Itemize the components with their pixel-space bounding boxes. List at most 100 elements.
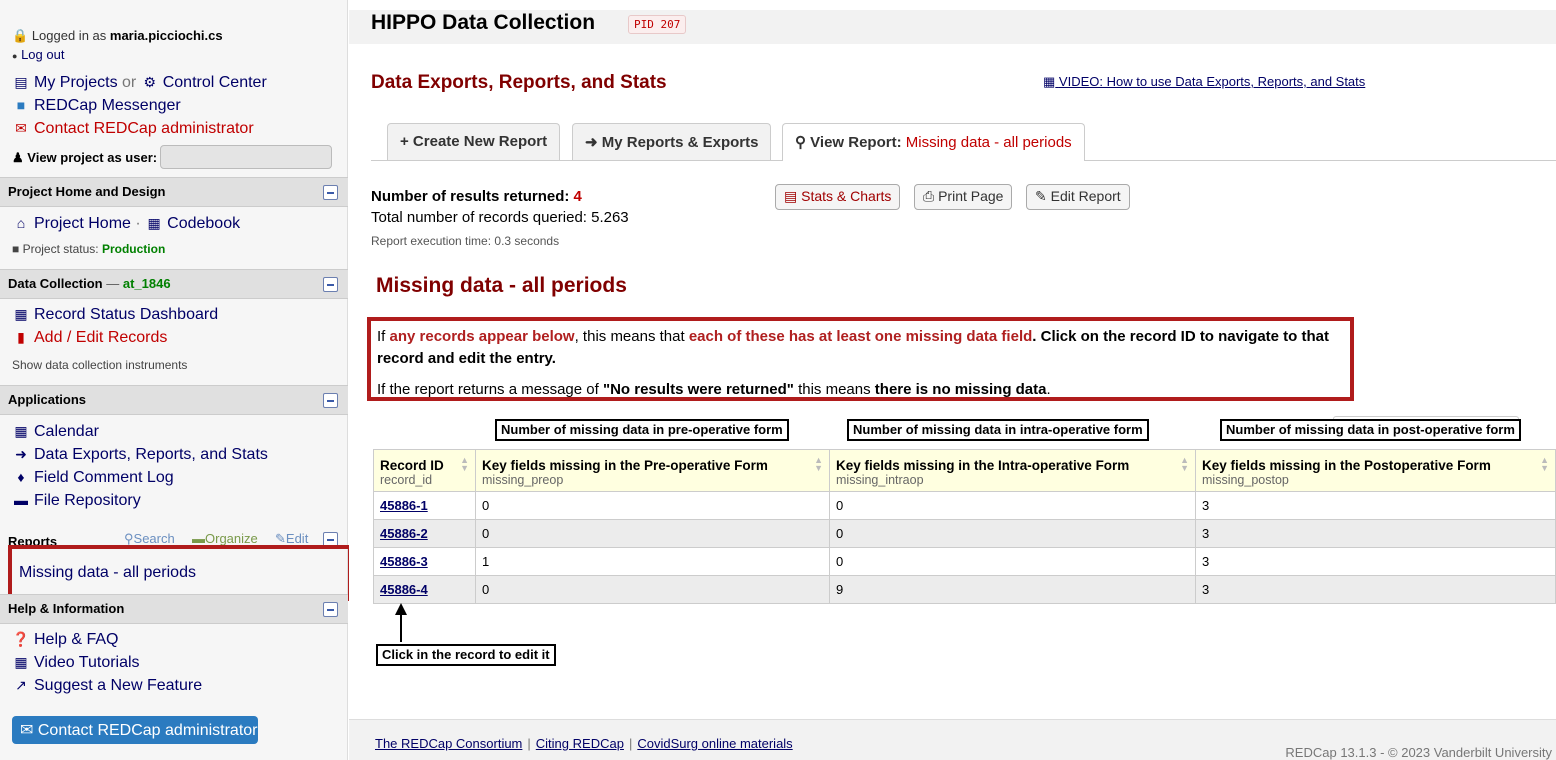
app-item-file-repository[interactable]: ▬ File Repository [12, 492, 141, 510]
edit-report-button[interactable]: ✎ Edit Report [1026, 184, 1130, 210]
column-header-preop[interactable]: Key fields missing in the Pre-operative … [475, 449, 830, 492]
help-item-suggest-feature[interactable]: ↗ Suggest a New Feature [12, 677, 202, 695]
dash: — [106, 276, 120, 291]
tab-view-report[interactable]: ⚲ View Report: Missing data - all period… [782, 123, 1085, 161]
cell-postop: 3 [1195, 547, 1556, 576]
column-header-record-id[interactable]: Record ID record_id ▲ ▼ [373, 449, 476, 492]
collapse-toggle[interactable] [323, 185, 338, 200]
footer-links: The REDCap Consortium | Citing REDCap | Covi… [375, 736, 793, 751]
footer-link-covidsurg[interactable]: CovidSurg online materials [637, 736, 792, 751]
help-item-label[interactable]: Suggest a New Feature [34, 677, 202, 694]
footer-link-citing[interactable]: Citing REDCap [536, 736, 624, 751]
logged-in-line: 🔒 Logged in as maria.picciochi.cs [12, 28, 223, 44]
logout-label[interactable]: Log out [21, 47, 64, 62]
cell-preop: 0 [475, 491, 830, 520]
cell-intraop: 0 [829, 547, 1196, 576]
folder-icon: ▬ [192, 531, 205, 546]
my-projects-link[interactable]: My Projects [34, 74, 118, 91]
column-header-intraop[interactable]: Key fields missing in the Intra-operativ… [829, 449, 1196, 492]
record-status-label[interactable]: Record Status Dashboard [34, 306, 218, 323]
search-icon: ⚲ [124, 531, 134, 546]
envelope-icon: ✉ [20, 722, 34, 739]
help-item-label[interactable]: Video Tutorials [34, 654, 140, 671]
cell-intraop: 9 [829, 575, 1196, 604]
arrow-shaft [400, 612, 402, 642]
record-link[interactable]: 45886-2 [380, 526, 428, 541]
stats-charts-button[interactable]: ▤ Stats & Charts [775, 184, 901, 210]
results-count: Number of results returned: 4 [371, 188, 582, 205]
reports-organize-link[interactable]: ▬Organize [192, 531, 258, 546]
search-label[interactable]: Search [134, 531, 175, 546]
results-number: 4 [573, 188, 582, 205]
tab-label[interactable]: + Create New Report [400, 133, 547, 150]
tab-label[interactable]: My Reports & Exports [602, 134, 759, 151]
footer-link-consortium[interactable]: The REDCap Consortium [375, 736, 522, 751]
tab-my-reports[interactable]: ➜ My Reports & Exports [572, 123, 772, 160]
contact-admin-label[interactable]: Contact REDCap administrator [34, 120, 254, 137]
messenger-label[interactable]: REDCap Messenger [34, 97, 181, 114]
collapse-toggle[interactable] [323, 602, 338, 617]
help-item-video-tutorials[interactable]: ▦ Video Tutorials [12, 654, 140, 672]
video-link-label[interactable]: VIDEO: How to use Data Exports, Reports,… [1059, 74, 1365, 89]
column-header-postop[interactable]: Key fields missing in the Postoperative … [1195, 449, 1556, 492]
text: any records appear below [389, 328, 575, 345]
edit-label[interactable]: Edit [286, 531, 308, 546]
or-text: or [122, 74, 137, 91]
collapse-toggle[interactable] [323, 277, 338, 292]
collapse-toggle[interactable] [323, 393, 338, 408]
main-content: HIPPO Data Collection PID 207 Data Expor… [349, 0, 1556, 760]
messenger-link[interactable]: ■ REDCap Messenger [12, 97, 181, 115]
record-status-dashboard-link[interactable]: ▦ Record Status Dashboard [12, 306, 218, 324]
contact-admin-button[interactable]: ✉ Contact REDCap administrator [12, 716, 258, 744]
cell-record-id: 45886-1 [373, 491, 476, 520]
print-page-button[interactable]: ⎙ Print Page [914, 184, 1013, 210]
help-item-label[interactable]: Help & FAQ [34, 631, 118, 648]
section-data-collection-header: Data Collection — at_1846 [0, 269, 348, 299]
tab-report-name[interactable]: Missing data - all periods [906, 134, 1072, 151]
video-link[interactable]: ▦ VIDEO: How to use Data Exports, Report… [1043, 74, 1365, 90]
text: If [377, 328, 390, 345]
app-item-calendar[interactable]: ▦ Calendar [12, 423, 99, 441]
section-title: Project Home and Design [8, 184, 166, 199]
lock-icon: 🔒 [12, 28, 29, 43]
organize-label[interactable]: Organize [205, 531, 258, 546]
control-center-link[interactable]: Control Center [163, 74, 267, 91]
project-home-link[interactable]: Project Home [34, 215, 131, 232]
tab-label[interactable]: View Report: [810, 134, 901, 151]
column-var: missing_postop [1202, 473, 1289, 487]
record-link[interactable]: 45886-4 [380, 582, 428, 597]
app-item-label[interactable]: Data Exports, Reports, and Stats [34, 446, 268, 463]
app-item-label[interactable]: Calendar [34, 423, 99, 440]
codebook-link[interactable]: Codebook [167, 215, 240, 232]
help-item-faq[interactable]: ❓ Help & FAQ [12, 631, 118, 649]
app-item-field-comment-log[interactable]: ♦ Field Comment Log [12, 469, 174, 487]
logout-link[interactable]: ● Log out [12, 47, 64, 62]
button-label[interactable]: Print Page [938, 188, 1003, 204]
contact-admin-link[interactable]: ✉ Contact REDCap administrator [12, 120, 254, 138]
column-label: Key fields missing in the Intra-operativ… [836, 458, 1130, 473]
contact-button-label[interactable]: Contact REDCap administrator [38, 722, 258, 739]
button-label[interactable]: Edit Report [1051, 188, 1121, 204]
record-link[interactable]: 45886-1 [380, 498, 428, 513]
column-label: Key fields missing in the Pre-operative … [482, 458, 768, 473]
sort-icon: ▲ ▼ [814, 455, 823, 473]
report-title: Missing data - all periods [376, 274, 627, 297]
report-highlight-box [8, 545, 352, 601]
text: If the report returns a message of [377, 381, 603, 398]
table-header-row: Record ID record_id ▲ ▼ Key fields missin… [373, 449, 1556, 492]
export-icon: ➜ [585, 134, 598, 151]
add-edit-records-link[interactable]: ▮ Add / Edit Records [12, 329, 167, 347]
app-item-label[interactable]: Field Comment Log [34, 469, 174, 486]
view-as-user-select[interactable] [160, 145, 332, 169]
cell-preop: 0 [475, 519, 830, 548]
record-link[interactable]: 45886-3 [380, 554, 428, 569]
app-item-data-exports[interactable]: ➜ Data Exports, Reports, and Stats [12, 446, 268, 464]
tab-create-new-report[interactable]: + Create New Report [387, 123, 561, 160]
sidebar: 🔒 Logged in as maria.picciochi.cs ● Log … [0, 0, 352, 760]
show-instruments-link[interactable]: Show data collection instruments [12, 358, 187, 372]
button-label[interactable]: Stats & Charts [801, 188, 891, 204]
project-status: ■ Project status: Production [12, 242, 165, 256]
app-item-label[interactable]: File Repository [34, 492, 141, 509]
footer-version: REDCap 13.1.3 - © 2023 Vanderbilt Univer… [1285, 745, 1552, 760]
add-edit-label[interactable]: Add / Edit Records [34, 329, 167, 346]
